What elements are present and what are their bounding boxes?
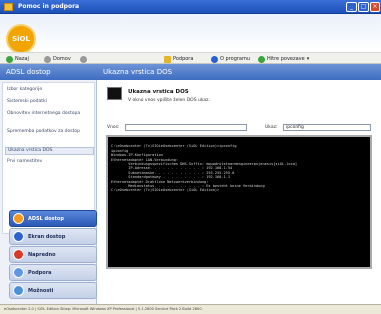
app-icon: [4, 3, 13, 11]
section-options[interactable]: Možnosti: [9, 282, 97, 299]
maximize-button[interactable]: □: [358, 2, 369, 12]
toolbar: Nazaj Domov Podpora O programu Hitre pov…: [0, 52, 381, 64]
status-text: eOsebcenter 2.0 | SiOL Edition Sklep: Mi…: [4, 307, 202, 311]
main-panel: Ukazna vrstica DOS Ukazna vrstica DOS V …: [97, 64, 381, 304]
nav-link-system-data[interactable]: Sistemski podatki: [7, 99, 93, 105]
forward-arrow-icon: [80, 55, 87, 63]
command-label: Ukaz:: [265, 125, 278, 130]
options-icon: [13, 285, 24, 296]
page-title: Ukazna vrstica DOS: [97, 64, 381, 80]
sidebar-title: ADSL dostop: [0, 64, 97, 80]
nav-link-first-install[interactable]: Prvi namestitev: [7, 159, 93, 165]
nav-link-restore-access[interactable]: Obnovitev internetnega dostopa: [7, 111, 93, 117]
nav-link-dos-command[interactable]: Ukazna vrstica DOS: [5, 147, 94, 155]
close-button[interactable]: ×: [370, 2, 380, 12]
chevron-down-icon: ▾: [306, 56, 310, 62]
section-support[interactable]: Podpora: [9, 264, 97, 281]
command-prompt-icon: [107, 87, 122, 100]
nav-link-category[interactable]: Izbor kategorije: [7, 87, 93, 93]
window-title: Pomoc in podpora: [18, 3, 80, 10]
home-button[interactable]: Domov: [44, 55, 71, 63]
content-title: Ukazna vrstica DOS: [128, 89, 189, 95]
nav-link-change-credentials[interactable]: Sprememba podatkov za dostop: [7, 129, 93, 135]
input-label: Vnos:: [107, 125, 120, 130]
console-line: C:\eOsebcenter (Tv)SIOLeOsebcenter (SiOL…: [111, 188, 220, 193]
adsl-icon: [13, 213, 24, 224]
back-button[interactable]: Nazaj: [6, 55, 29, 63]
minimize-button[interactable]: _: [346, 2, 357, 12]
back-arrow-icon: [6, 55, 13, 63]
screen-icon: [13, 231, 24, 242]
about-button[interactable]: O programu: [211, 55, 250, 63]
app-header: SiOL: [0, 14, 381, 54]
home-icon: [44, 55, 51, 63]
sidebar: ADSL dostop Izbor kategorije Sistemski p…: [0, 64, 97, 304]
status-bar: eOsebcenter 2.0 | SiOL Edition Sklep: Mi…: [0, 304, 381, 314]
content-description: V okno vnos vpišite želen DOS ukaz.: [128, 98, 210, 103]
command-field[interactable]: ipconfig: [283, 124, 371, 131]
support-button[interactable]: Podpora: [164, 55, 193, 63]
forward-button[interactable]: [80, 55, 87, 63]
section-screen-access[interactable]: Ekran dostop: [9, 228, 97, 245]
section-advanced[interactable]: Napredno: [9, 246, 97, 263]
siol-logo: SiOL: [6, 24, 36, 54]
console-output: C:\eOsebcenter (Tv)SIOLeOsebcenter (SiOL…: [106, 135, 372, 269]
input-field[interactable]: [125, 124, 247, 131]
section-adsl-access[interactable]: ADSL dostop: [9, 210, 97, 227]
advanced-icon: [13, 249, 24, 260]
support-icon: [13, 267, 24, 278]
quick-links-icon: [258, 55, 265, 63]
info-icon: [211, 55, 218, 63]
support-icon: [164, 55, 171, 63]
title-bar: Pomoc in podpora _ □ ×: [0, 0, 381, 14]
quick-links-button[interactable]: Hitre povezave ▾: [258, 55, 309, 63]
